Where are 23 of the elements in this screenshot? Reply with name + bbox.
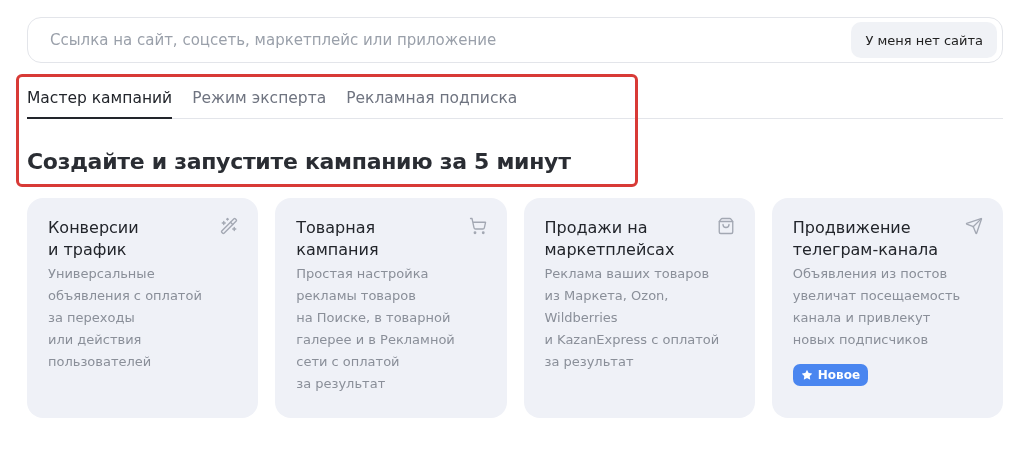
search-field[interactable]: Ссылка на сайт, соцсеть, маркетплейс или приложение У меня нет сайта <box>27 17 1003 63</box>
tab[interactable]: Режим эксперта <box>192 89 327 119</box>
new-badge: Новое <box>792 364 868 386</box>
tab[interactable]: Рекламная подписка <box>346 89 518 119</box>
tab[interactable]: Мастер кампаний <box>27 89 173 119</box>
card-title: Товарная кампания <box>296 217 379 261</box>
card-title: Продвижение телеграм-канала <box>792 217 938 261</box>
no-site-button[interactable]: У меня нет сайта <box>851 22 997 58</box>
shopping-bag-icon <box>716 217 735 235</box>
card-description: Простая настройка рекламы товаров на Поиске, в товарной галерее и в Рекламной сети с оплатой за результат <box>296 265 455 393</box>
card-description: Реклама ваших товаров из Маркета, Ozon, Wildberries и KazanExpress с оплатой за результат <box>544 265 720 371</box>
cart-icon <box>468 217 487 235</box>
card-title: Конверсии и трафик <box>48 217 139 261</box>
campaign-card[interactable]: Товарная кампания Простая настройка рекламы товаров на Поиске, в товарной галерее и в Рекламной сети с оплатой за результат <box>275 198 507 418</box>
card-description: Универсальные объявления с оплатой за переходы или действия пользователей <box>48 265 202 371</box>
paper-plane-icon <box>965 217 983 235</box>
card-title: Продажи на маркетплейсах <box>544 217 675 261</box>
magic-wand-icon <box>220 217 239 235</box>
campaign-card[interactable]: Конверсии и трафик Универсальные объявления с оплатой за переходы или действия пользователей <box>27 198 259 418</box>
campaign-card[interactable]: Продвижение телеграм-канала Объявления из постов увеличат посещаемость канала и привлекут новых подписчиков Новое <box>771 198 1003 418</box>
card-description: Объявления из постов увеличат посещаемость канала и привлекут новых подписчиков <box>792 265 961 349</box>
campaign-card[interactable]: Продажи на маркетплейсах Реклама ваших товаров из Маркета, Ozon, Wildberries и KazanExpress с оплатой за результат <box>523 198 755 418</box>
page-heading: Создайте и запустите кампанию за 5 минут <box>27 149 572 174</box>
